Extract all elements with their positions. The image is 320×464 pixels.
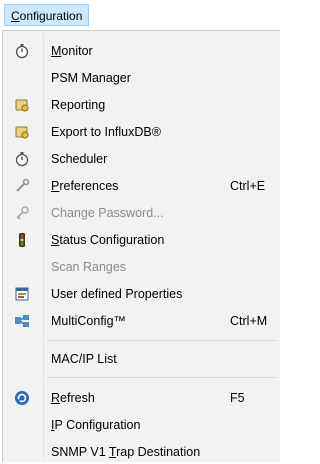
configuration-dropdown: Monitor PSM Manager Reporting Export to … (2, 30, 280, 462)
menu-configuration[interactable]: Configuration (4, 4, 90, 26)
shortcut-text: Ctrl+E (230, 179, 266, 193)
menu-configuration-label-post: onfiguration (19, 9, 83, 23)
refresh-icon (14, 390, 30, 406)
menu-item-refresh[interactable]: Refresh F5 (5, 386, 279, 410)
menu-item-label: Refresh (51, 391, 95, 405)
menu-separator (47, 340, 277, 341)
menu-configuration-mnemonic: C (11, 9, 20, 23)
menu-item-label: Scheduler (51, 152, 108, 166)
shortcut-text: F5 (230, 391, 245, 405)
menu-item-label: User defined Properties (51, 287, 183, 301)
menu-item-label: SNMP V1 Trap Destination (51, 445, 201, 459)
menu-item-label: Scan Ranges (51, 260, 127, 274)
menu-item-reporting[interactable]: Reporting (5, 93, 279, 117)
menu-item-label: Export to InfluxDB® (51, 125, 161, 139)
report-icon (14, 97, 30, 113)
menu-item-label: MultiConfig™ (51, 314, 127, 328)
menu-item-psm-manager[interactable]: PSM Manager (5, 66, 279, 90)
menu-item-snmp-v1-trap-destination[interactable]: SNMP V1 Trap Destination (5, 440, 279, 464)
export-icon (14, 124, 30, 140)
menu-item-label: IP Configuration (51, 418, 141, 432)
traffic-light-icon (14, 232, 30, 248)
menu-item-change-password: Change Password... (5, 201, 279, 225)
menu-item-status-configuration[interactable]: Status Configuration (5, 228, 279, 252)
menu-item-preferences[interactable]: Preferences Ctrl+E (5, 174, 279, 198)
menu-item-label: Change Password... (51, 206, 164, 220)
wrench-icon (14, 178, 30, 194)
stopwatch-icon (14, 151, 30, 167)
stopwatch-icon (14, 43, 30, 59)
menu-item-scheduler[interactable]: Scheduler (5, 147, 279, 171)
key-icon (14, 205, 30, 221)
menu-item-label: PSM Manager (51, 71, 131, 85)
menu-item-label: MAC/IP List (51, 352, 117, 366)
menu-separator (47, 377, 277, 378)
menu-item-label: Monitor (51, 44, 93, 58)
menu-item-multiconfig[interactable]: MultiConfig™ Ctrl+M (5, 309, 279, 333)
menu-item-monitor[interactable]: Monitor (5, 39, 279, 63)
menu-bar: Configuration (0, 0, 280, 30)
menu-item-mac-ip-list[interactable]: MAC/IP List (5, 347, 279, 371)
menu-item-export-influxdb[interactable]: Export to InfluxDB® (5, 120, 279, 144)
properties-icon (14, 286, 30, 302)
menu-item-label: Reporting (51, 98, 106, 112)
shortcut-text: Ctrl+M (230, 314, 268, 328)
menu-item-user-defined-properties[interactable]: User defined Properties (5, 282, 279, 306)
menu-item-label: Preferences (51, 179, 119, 193)
menu-item-label: Status Configuration (51, 233, 165, 247)
network-icon (14, 313, 30, 329)
menu-item-scan-ranges: Scan Ranges (5, 255, 279, 279)
menu-item-ip-configuration[interactable]: IP Configuration (5, 413, 279, 437)
